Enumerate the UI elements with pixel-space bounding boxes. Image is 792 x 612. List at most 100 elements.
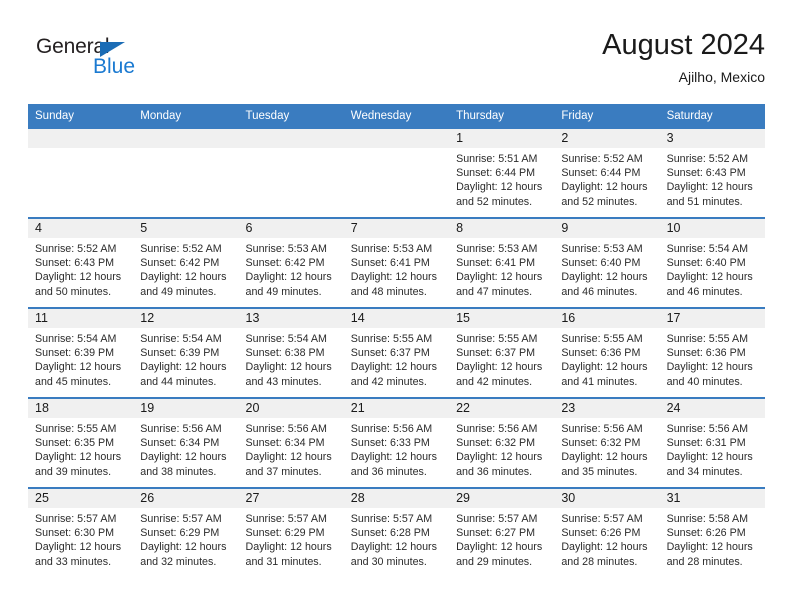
calendar-day-cell[interactable]: 26 Sunrise: 5:57 AM Sunset: 6:29 PM Dayligh… [133, 487, 239, 577]
day-detail-line: and 52 minutes. [561, 195, 638, 208]
calendar-day-cell[interactable]: 7 Sunrise: 5:53 AM Sunset: 6:41 PM Daylight… [343, 217, 450, 307]
day-number: 31 [666, 491, 681, 505]
day-detail-line: Sunset: 6:29 PM [245, 527, 325, 540]
calendar-day-cell[interactable]: 14 Sunrise: 5:55 AM Sunset: 6:37 PM Dayligh… [343, 307, 450, 397]
day-number-band: 20 [238, 399, 344, 418]
day-details: Sunrise: 5:56 AM Sunset: 6:32 PM Daylight:… [554, 418, 659, 479]
calendar-day-cell[interactable]: 10 Sunrise: 5:54 AM Sunset: 6:40 PM Dayligh… [659, 217, 765, 307]
weekday-header-label: Friday [561, 109, 594, 122]
day-number-band: 5 [133, 219, 239, 238]
calendar-day-cell[interactable]: 11 Sunrise: 5:54 AM Sunset: 6:39 PM Dayligh… [28, 307, 134, 397]
day-details: Sunrise: 5:54 AM Sunset: 6:39 PM Daylight:… [28, 328, 133, 389]
calendar-day-cell[interactable]: 29 Sunrise: 5:57 AM Sunset: 6:27 PM Dayligh… [449, 487, 555, 577]
day-detail-line: Sunset: 6:26 PM [561, 527, 641, 540]
calendar-day-cell[interactable]: 17 Sunrise: 5:55 AM Sunset: 6:36 PM Dayligh… [659, 307, 765, 397]
day-detail-line: Daylight: 12 hours [35, 541, 122, 554]
day-number: 4 [35, 221, 42, 235]
calendar-day-cell[interactable]: 18 Sunrise: 5:55 AM Sunset: 6:35 PM Dayligh… [28, 397, 134, 487]
day-number: 30 [561, 491, 576, 505]
day-detail-line: Sunset: 6:37 PM [350, 347, 430, 360]
day-detail-line: Sunrise: 5:53 AM [350, 243, 433, 255]
day-details: Sunrise: 5:52 AM Sunset: 6:44 PM Daylight:… [554, 148, 659, 209]
day-number-band [238, 129, 344, 148]
page-header: General Blue August 2024 Ajilho, Mexico [0, 0, 792, 100]
calendar-day-cell[interactable]: 3 Sunrise: 5:52 AM Sunset: 6:43 PM Daylight… [659, 127, 765, 217]
calendar-day-cell[interactable]: 9 Sunrise: 5:53 AM Sunset: 6:40 PM Daylight… [554, 217, 660, 307]
day-detail-line: Sunset: 6:35 PM [35, 437, 115, 450]
calendar-day-cell[interactable]: 12 Sunrise: 5:54 AM Sunset: 6:39 PM Dayligh… [133, 307, 239, 397]
calendar-day-cell[interactable]: 22 Sunrise: 5:56 AM Sunset: 6:32 PM Dayligh… [449, 397, 555, 487]
day-detail-line: Sunset: 6:33 PM [350, 437, 430, 450]
day-detail-line: Sunrise: 5:53 AM [456, 243, 538, 255]
calendar-day-cell[interactable]: 30 Sunrise: 5:57 AM Sunset: 6:26 PM Dayligh… [554, 487, 660, 577]
calendar-day-cell[interactable]: 24 Sunrise: 5:56 AM Sunset: 6:31 PM Dayligh… [659, 397, 765, 487]
day-detail-line: and 49 minutes. [140, 285, 217, 298]
day-details: Sunrise: 5:52 AM Sunset: 6:42 PM Daylight:… [133, 238, 238, 299]
calendar-day-cell[interactable]: 23 Sunrise: 5:56 AM Sunset: 6:32 PM Dayligh… [554, 397, 660, 487]
day-number: 3 [666, 131, 674, 145]
day-number: 7 [350, 221, 358, 235]
calendar-day-cell[interactable]: 5 Sunrise: 5:52 AM Sunset: 6:42 PM Daylight… [133, 217, 239, 307]
calendar-day-cell[interactable]: 28 Sunrise: 5:57 AM Sunset: 6:28 PM Dayligh… [343, 487, 450, 577]
title-block: August 2024 Ajilho, Mexico [602, 28, 765, 86]
calendar-day-cell[interactable]: 1 Sunrise: 5:51 AM Sunset: 6:44 PM Daylight… [449, 127, 555, 217]
day-number: 11 [35, 311, 48, 325]
calendar-day-cell[interactable]: 20 Sunrise: 5:56 AM Sunset: 6:34 PM Dayligh… [238, 397, 344, 487]
day-number: 26 [140, 491, 155, 505]
day-number-band: 23 [554, 399, 660, 418]
day-detail-line: Sunset: 6:38 PM [245, 347, 325, 360]
day-detail-line: Sunrise: 5:54 AM [245, 333, 327, 345]
page-subtitle: Ajilho, Mexico [678, 69, 765, 85]
day-number-band: 22 [449, 399, 555, 418]
calendar-day-cell[interactable]: 2 Sunrise: 5:52 AM Sunset: 6:44 PM Daylight… [554, 127, 660, 217]
day-number-band [28, 129, 134, 148]
day-detail-line: and 28 minutes. [561, 555, 638, 568]
day-number-band: 24 [659, 399, 765, 418]
calendar-day-cell[interactable]: 15 Sunrise: 5:55 AM Sunset: 6:37 PM Dayligh… [449, 307, 555, 397]
day-detail-line: Sunset: 6:29 PM [140, 527, 220, 540]
calendar-day-cell[interactable]: 31 Sunrise: 5:58 AM Sunset: 6:26 PM Dayligh… [659, 487, 765, 577]
brand-logo[interactable]: General Blue [36, 36, 156, 84]
day-details: Sunrise: 5:53 AM Sunset: 6:40 PM Daylight:… [554, 238, 659, 299]
day-number: 6 [245, 221, 253, 235]
day-details: Sunrise: 5:56 AM Sunset: 6:32 PM Daylight:… [449, 418, 554, 479]
weekday-header-label: Monday [140, 109, 182, 122]
day-number: 13 [245, 311, 260, 325]
day-detail-line: Sunset: 6:37 PM [456, 347, 536, 360]
day-detail-line: Sunset: 6:32 PM [561, 437, 641, 450]
calendar-day-cell[interactable]: 19 Sunrise: 5:56 AM Sunset: 6:34 PM Dayligh… [133, 397, 239, 487]
day-number: 17 [666, 311, 681, 325]
day-number-band: 27 [238, 489, 344, 508]
calendar-day-cell[interactable]: 21 Sunrise: 5:56 AM Sunset: 6:33 PM Dayligh… [343, 397, 450, 487]
calendar-day-cell[interactable]: 27 Sunrise: 5:57 AM Sunset: 6:29 PM Dayligh… [238, 487, 344, 577]
day-details: Sunrise: 5:57 AM Sunset: 6:30 PM Daylight:… [28, 508, 133, 569]
calendar-day-cell[interactable]: 8 Sunrise: 5:53 AM Sunset: 6:41 PM Daylight… [449, 217, 555, 307]
day-number-band: 4 [28, 219, 134, 238]
day-detail-line: and 29 minutes. [456, 555, 533, 568]
day-detail-line: Sunrise: 5:55 AM [666, 333, 748, 345]
day-number-band: 31 [659, 489, 765, 508]
day-detail-line: and 39 minutes. [35, 465, 112, 478]
day-detail-line: and 30 minutes. [350, 555, 427, 568]
day-detail-line: Daylight: 12 hours [561, 541, 648, 554]
day-detail-line: and 42 minutes. [350, 375, 427, 388]
calendar-week-row: 1 Sunrise: 5:51 AM Sunset: 6:44 PM Daylight… [28, 127, 765, 217]
day-detail-line: and 37 minutes. [245, 465, 322, 478]
day-detail-line: Sunrise: 5:52 AM [666, 153, 748, 165]
day-number-band: 21 [343, 399, 450, 418]
day-detail-line: Sunrise: 5:57 AM [245, 513, 327, 525]
day-details: Sunrise: 5:55 AM Sunset: 6:35 PM Daylight:… [28, 418, 133, 479]
day-number: 27 [245, 491, 260, 505]
day-number: 23 [561, 401, 576, 415]
calendar-day-cell[interactable]: 13 Sunrise: 5:54 AM Sunset: 6:38 PM Dayligh… [238, 307, 344, 397]
day-number-band: 14 [343, 309, 450, 328]
calendar-day-cell[interactable]: 25 Sunrise: 5:57 AM Sunset: 6:30 PM Dayligh… [28, 487, 134, 577]
calendar-day-cell[interactable]: 16 Sunrise: 5:55 AM Sunset: 6:36 PM Dayligh… [554, 307, 660, 397]
day-number: 2 [561, 131, 569, 145]
day-detail-line: and 45 minutes. [35, 375, 112, 388]
calendar-day-cell[interactable]: 6 Sunrise: 5:53 AM Sunset: 6:42 PM Daylight… [238, 217, 344, 307]
day-details: Sunrise: 5:53 AM Sunset: 6:41 PM Daylight:… [344, 238, 449, 299]
day-number-band: 26 [133, 489, 239, 508]
calendar-day-cell[interactable]: 4 Sunrise: 5:52 AM Sunset: 6:43 PM Daylight… [28, 217, 134, 307]
day-detail-line: Daylight: 12 hours [350, 361, 437, 374]
